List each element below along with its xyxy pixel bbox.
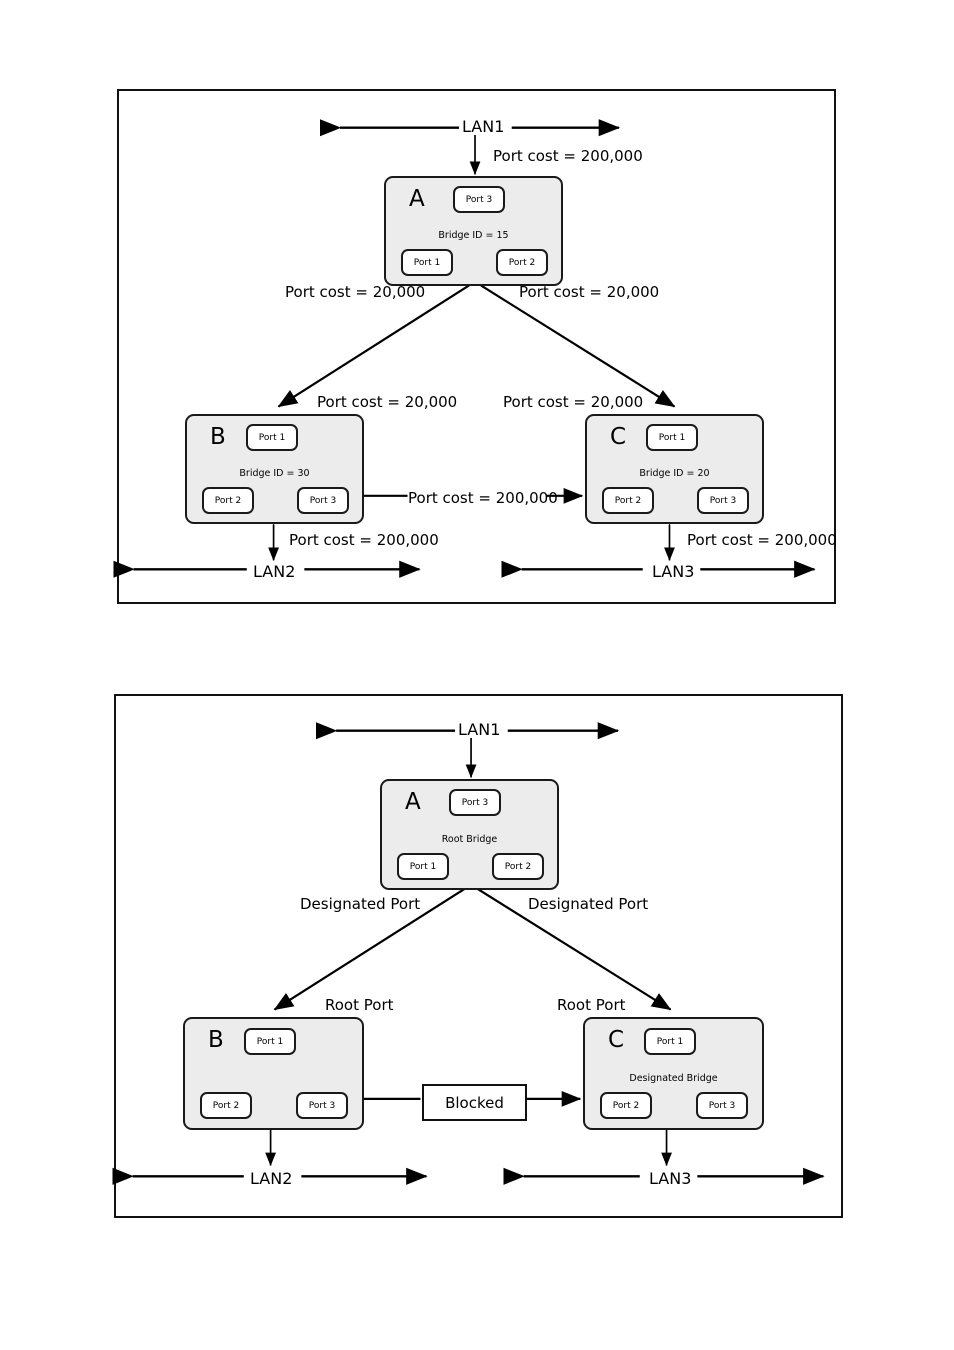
lan2-label: LAN2: [250, 564, 299, 580]
bridge-c-port-3[interactable]: Port 3: [697, 487, 749, 514]
bridge-a-subtitle: Root Bridge: [441, 834, 498, 845]
bridge-a-letter: A: [405, 789, 421, 815]
bridge-a-port-1[interactable]: Port 1: [397, 853, 449, 880]
bridge-b-subtitle: Bridge ID = 30: [239, 468, 310, 479]
bridge-b-port-3[interactable]: Port 3: [297, 487, 349, 514]
label-root-port-left: Root Port: [325, 996, 394, 1014]
bridge-b-letter: B: [210, 424, 226, 450]
figure-2-frame: LAN1 LAN2 LAN3 Designated Port Designate…: [112, 694, 843, 1218]
figure-1-connectors: [113, 119, 816, 578]
bridge-a-subtitle: Bridge ID = 15: [438, 230, 509, 241]
label-root-port-right: Root Port: [557, 996, 626, 1014]
bridge-a-port-2[interactable]: Port 2: [496, 249, 548, 276]
bridge-b[interactable]: B Port 1 Port 2 Port 3: [183, 1017, 364, 1130]
lan1-label: LAN1: [459, 119, 508, 135]
bridge-c-port-1[interactable]: Port 1: [646, 424, 698, 451]
bridge-a[interactable]: A Bridge ID = 15 Port 3 Port 1 Port 2: [384, 176, 563, 286]
cost-a-left-upper: Port cost = 20,000: [285, 283, 426, 301]
cost-b-upper: Port cost = 20,000: [317, 393, 458, 411]
cost-b-to-c: Port cost = 200,000: [408, 489, 558, 507]
bridge-a[interactable]: A Root Bridge Port 3 Port 1 Port 2: [380, 779, 559, 890]
lan3-label: LAN3: [649, 564, 698, 580]
bridge-c[interactable]: C Designated Bridge Port 1 Port 2 Port 3: [583, 1017, 764, 1130]
bridge-a-port-2[interactable]: Port 2: [492, 853, 544, 880]
bridge-c-port-2[interactable]: Port 2: [602, 487, 654, 514]
bridge-a-port-1[interactable]: Port 1: [401, 249, 453, 276]
bridge-c-port-1[interactable]: Port 1: [644, 1028, 696, 1055]
diagram-page: LAN1 LAN2 LAN3 Port cost = 200,000 Port …: [0, 0, 954, 1350]
lan3-label: LAN3: [646, 1171, 695, 1187]
bridge-a-port-3[interactable]: Port 3: [453, 186, 505, 213]
bridge-b-port-3[interactable]: Port 3: [296, 1092, 348, 1119]
blocked-label-box: Blocked: [422, 1084, 527, 1121]
bridge-a-letter: A: [409, 186, 425, 212]
cost-c-to-lan3: Port cost = 200,000: [687, 531, 837, 549]
figure-2-connectors: [112, 722, 825, 1185]
bridge-b-port-1[interactable]: Port 1: [246, 424, 298, 451]
bridge-c[interactable]: C Bridge ID = 20 Port 1 Port 2 Port 3: [585, 414, 764, 524]
bridge-b-port-2[interactable]: Port 2: [200, 1092, 252, 1119]
bridge-a-port-3[interactable]: Port 3: [449, 789, 501, 816]
bridge-c-letter: C: [610, 424, 627, 450]
a-to-c-link: [461, 268, 676, 408]
cost-b-to-lan2: Port cost = 200,000: [289, 531, 439, 549]
figure-1-frame: LAN1 LAN2 LAN3 Port cost = 200,000 Port …: [113, 89, 837, 604]
bridge-c-subtitle: Bridge ID = 20: [639, 468, 710, 479]
bridge-b-port-1[interactable]: Port 1: [244, 1028, 296, 1055]
a-to-b-link: [277, 268, 489, 408]
bridge-c-port-2[interactable]: Port 2: [600, 1092, 652, 1119]
cost-c-upper: Port cost = 20,000: [503, 393, 644, 411]
bridge-c-port-3[interactable]: Port 3: [696, 1092, 748, 1119]
bridge-c-subtitle: Designated Bridge: [629, 1073, 718, 1084]
lan2-label: LAN2: [247, 1171, 296, 1187]
cost-a-to-lan1: Port cost = 200,000: [493, 147, 643, 165]
bridge-c-letter: C: [608, 1027, 625, 1053]
lan1-label: LAN1: [455, 722, 504, 738]
bridge-b-port-2[interactable]: Port 2: [202, 487, 254, 514]
cost-a-right-upper: Port cost = 20,000: [519, 283, 660, 301]
label-designated-port-left: Designated Port: [300, 895, 421, 913]
bridge-b-letter: B: [208, 1027, 224, 1053]
label-designated-port-right: Designated Port: [528, 895, 649, 913]
bridge-b[interactable]: B Bridge ID = 30 Port 1 Port 2 Port 3: [185, 414, 364, 524]
